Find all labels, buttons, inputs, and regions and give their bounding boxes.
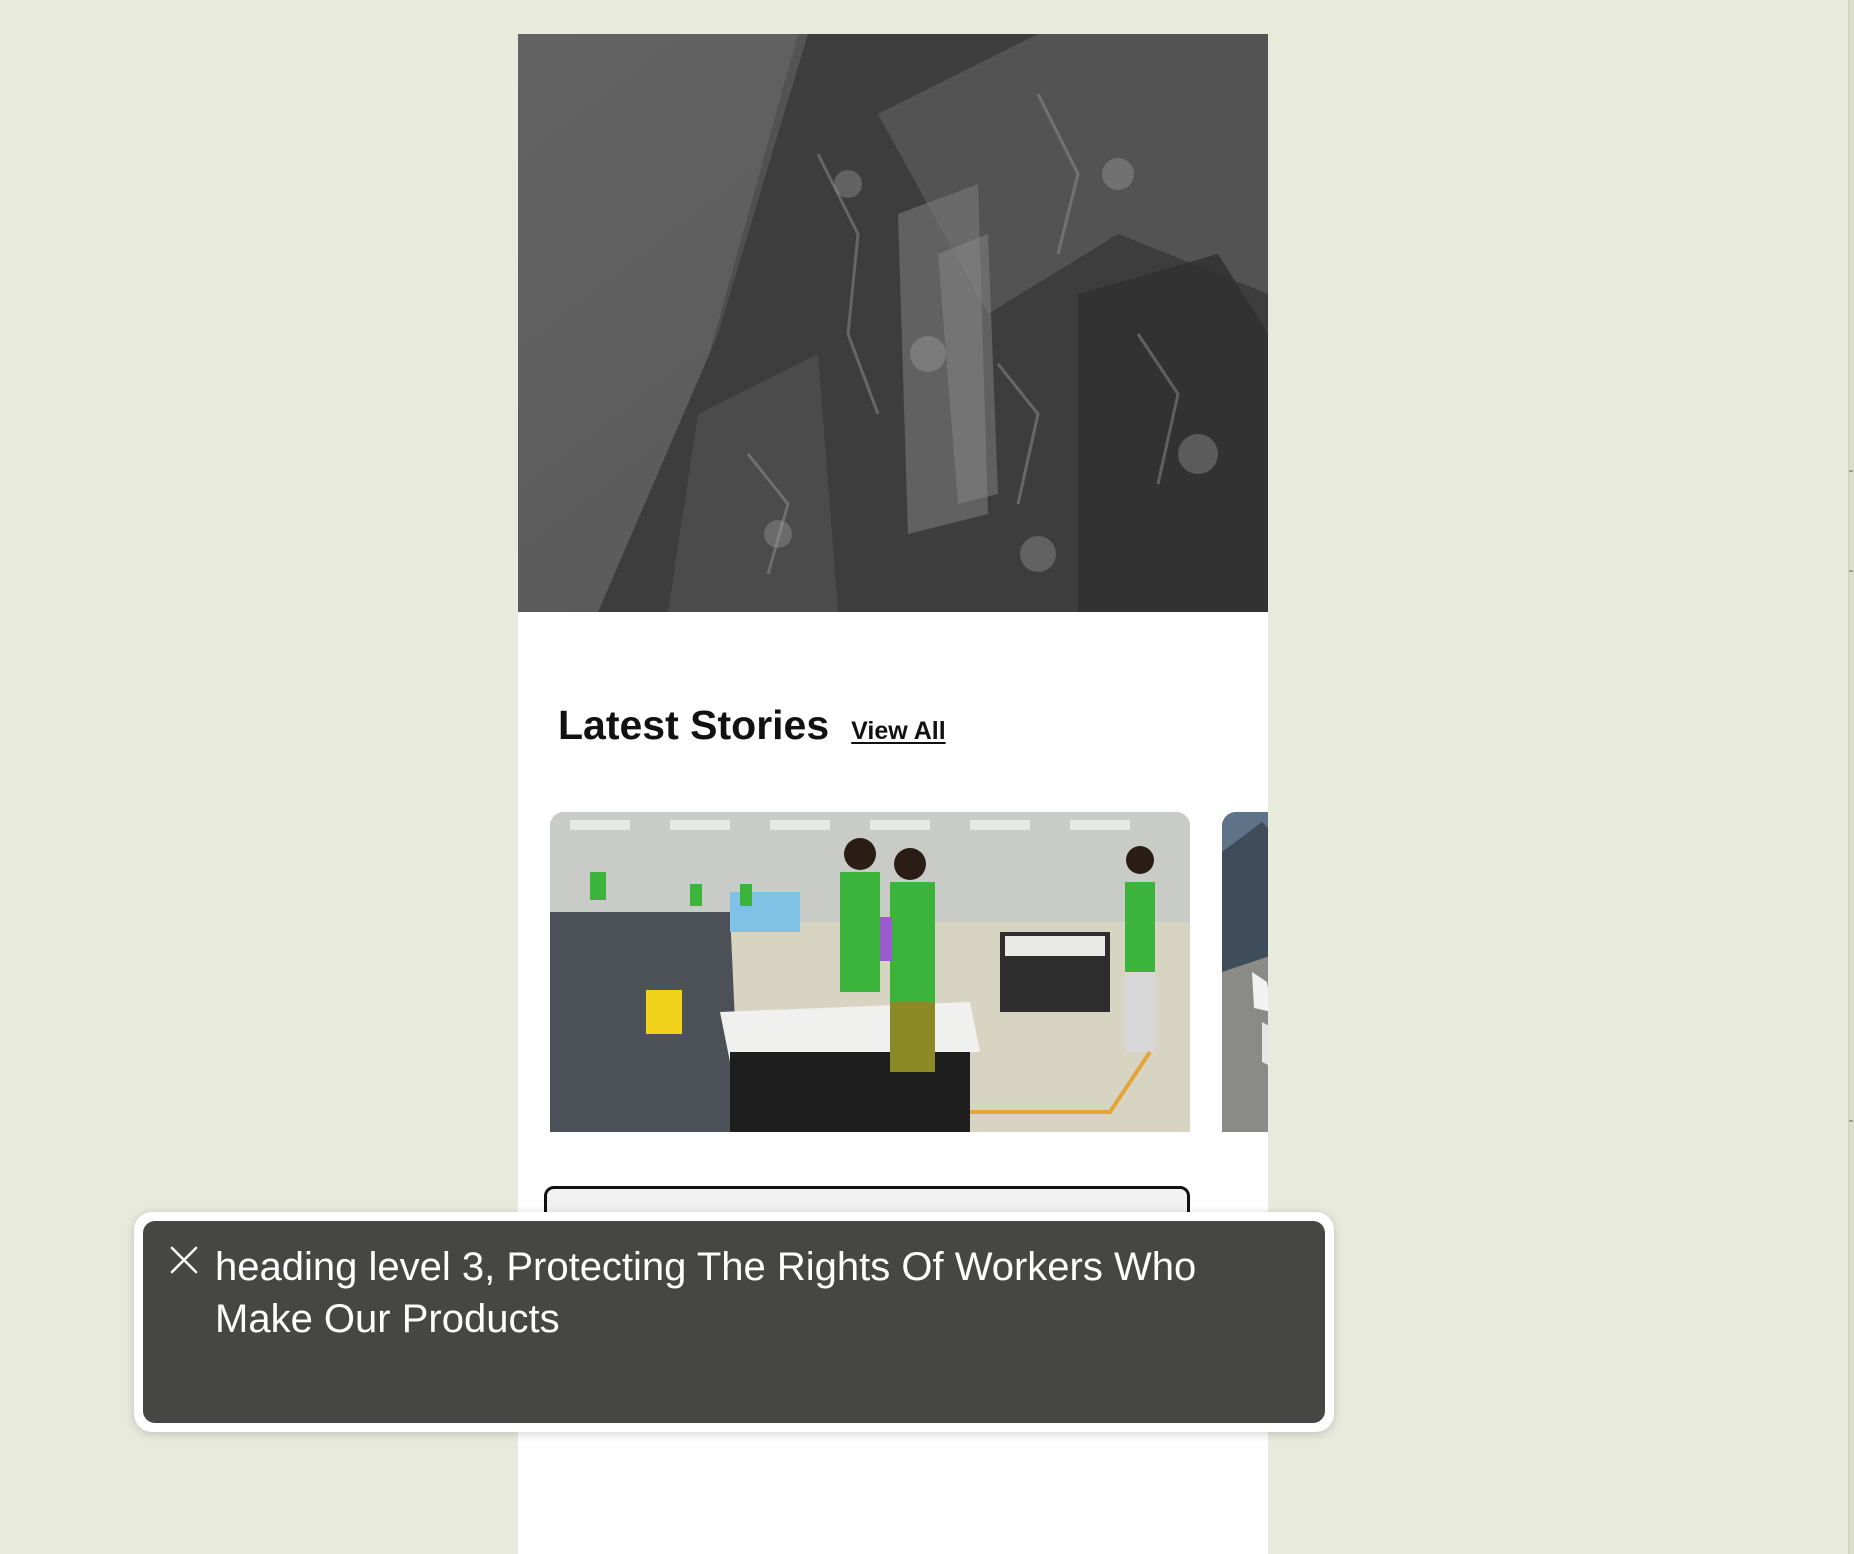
- section-title: Latest Stories: [558, 702, 830, 748]
- adjacent-window-edge: [1848, 0, 1854, 1554]
- edge-mark: [1849, 570, 1853, 572]
- story-card-image: [550, 812, 1190, 1132]
- edge-mark: [1849, 1120, 1853, 1122]
- close-icon[interactable]: [167, 1243, 201, 1277]
- screen: Latest Stories View All heading level 3,…: [0, 0, 1854, 1554]
- story-card[interactable]: [1222, 812, 1268, 1252]
- hero-image: [518, 34, 1268, 612]
- story-card[interactable]: Protecting The Rights Of: [544, 812, 1190, 1306]
- edge-mark: [1849, 470, 1853, 472]
- voiceover-caption-inner: heading level 3, Protecting The Rights O…: [143, 1221, 1325, 1423]
- voiceover-caption-text: heading level 3, Protecting The Rights O…: [215, 1245, 1197, 1341]
- view-all-link[interactable]: View All: [851, 717, 945, 746]
- latest-stories-header: Latest Stories View All: [558, 702, 946, 749]
- story-card-image: [1222, 812, 1268, 1132]
- voiceover-caption-panel: heading level 3, Protecting The Rights O…: [134, 1212, 1334, 1432]
